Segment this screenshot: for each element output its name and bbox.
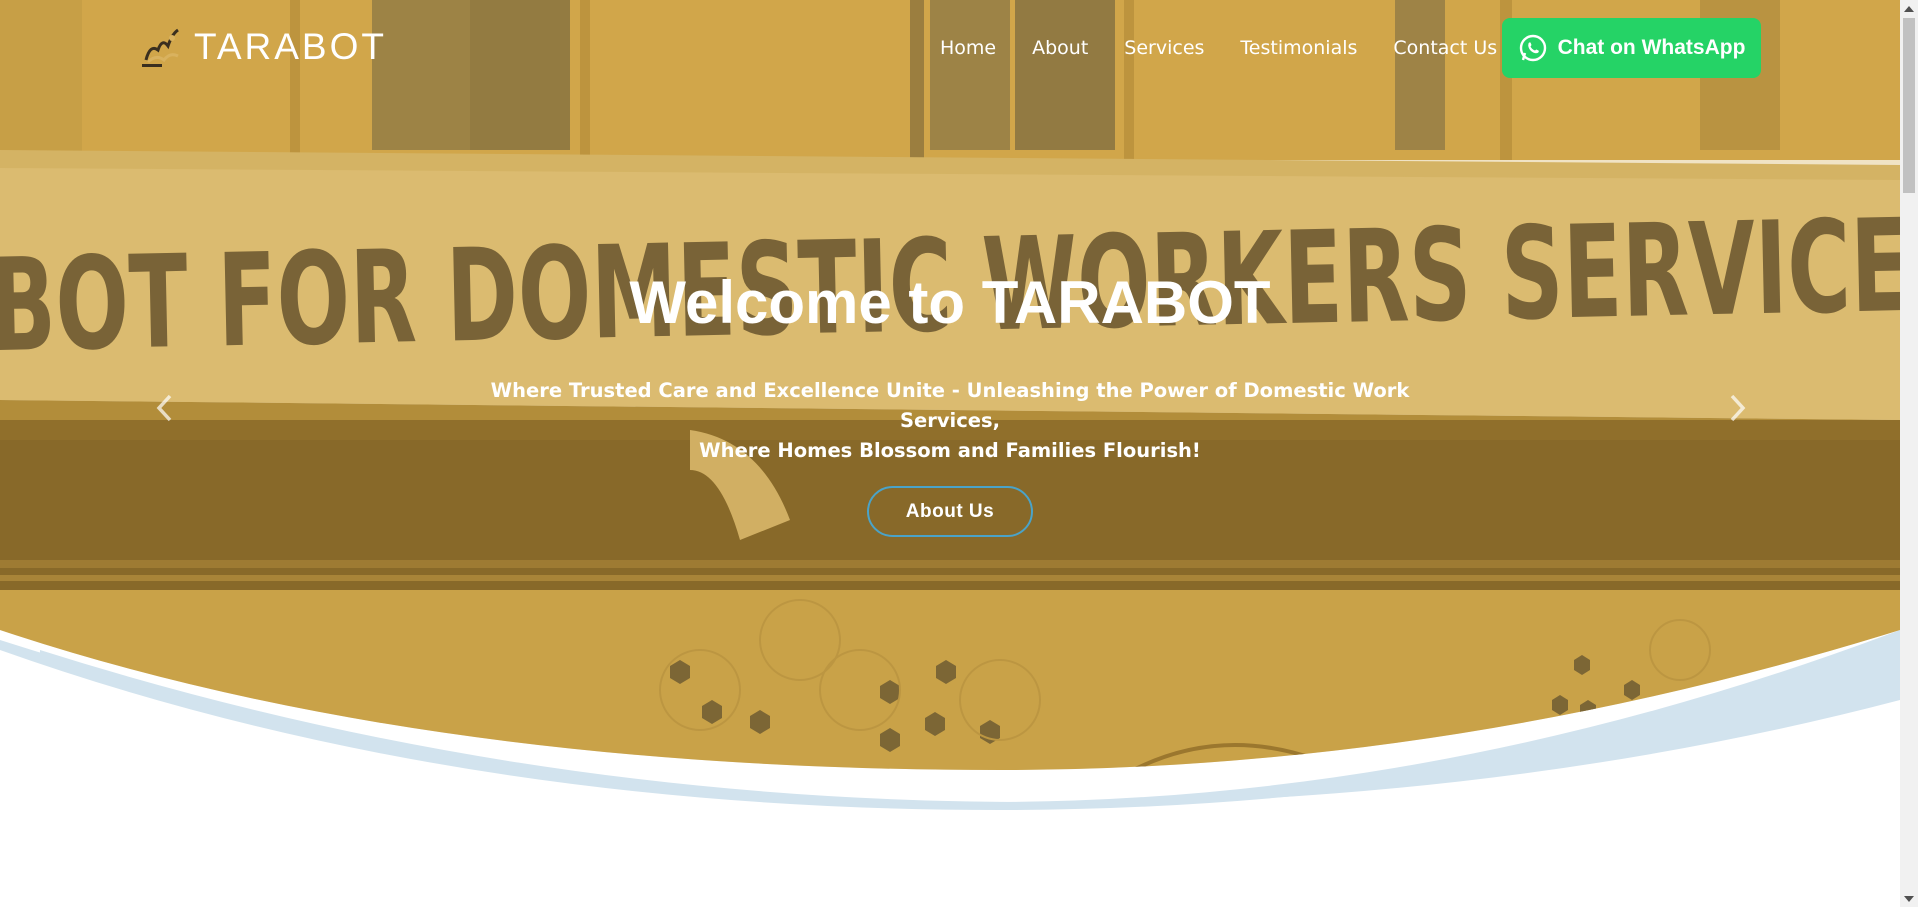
hero-subtitle: Where Trusted Care and Excellence Unite …: [470, 376, 1430, 466]
page-scrollbar[interactable]: [1900, 0, 1918, 907]
nav-item-contact-us[interactable]: Contact Us: [1393, 34, 1497, 62]
hero-title: Welcome to TARABOT: [629, 269, 1271, 336]
chevron-left-icon[interactable]: [150, 390, 180, 426]
tarabot-logo-icon: [142, 28, 179, 67]
hero-subtitle-line-1: Where Trusted Care and Excellence Unite …: [490, 379, 1410, 432]
scrollbar-thumb[interactable]: [1903, 18, 1915, 193]
brand-logo[interactable]: TARABOT: [138, 24, 387, 70]
nav-item-about[interactable]: About: [1032, 34, 1088, 62]
main-nav: Home About Services Testimonials Contact…: [940, 34, 1533, 62]
page: BOT FOR DOMESTIC WORKERS SERVICE: [0, 0, 1900, 907]
scroll-down-icon[interactable]: [1900, 890, 1918, 907]
chevron-right-icon[interactable]: [1722, 390, 1752, 426]
whatsapp-icon: [1519, 34, 1546, 62]
hero-subtitle-line-2: Where Homes Blossom and Families Flouris…: [699, 439, 1201, 462]
whatsapp-chat-label: Chat on WhatsApp: [1557, 36, 1746, 59]
nav-item-services[interactable]: Services: [1124, 34, 1204, 62]
nav-item-testimonials[interactable]: Testimonials: [1240, 34, 1357, 62]
whatsapp-chat-button[interactable]: Chat on WhatsApp: [1502, 18, 1761, 78]
nav-item-home[interactable]: Home: [940, 34, 996, 62]
brand-name: TARABOT: [194, 26, 387, 67]
site-header: TARABOT Home About Services Testimonials…: [0, 0, 1900, 96]
about-us-button[interactable]: About Us: [867, 486, 1033, 537]
scroll-up-icon[interactable]: [1900, 0, 1918, 17]
